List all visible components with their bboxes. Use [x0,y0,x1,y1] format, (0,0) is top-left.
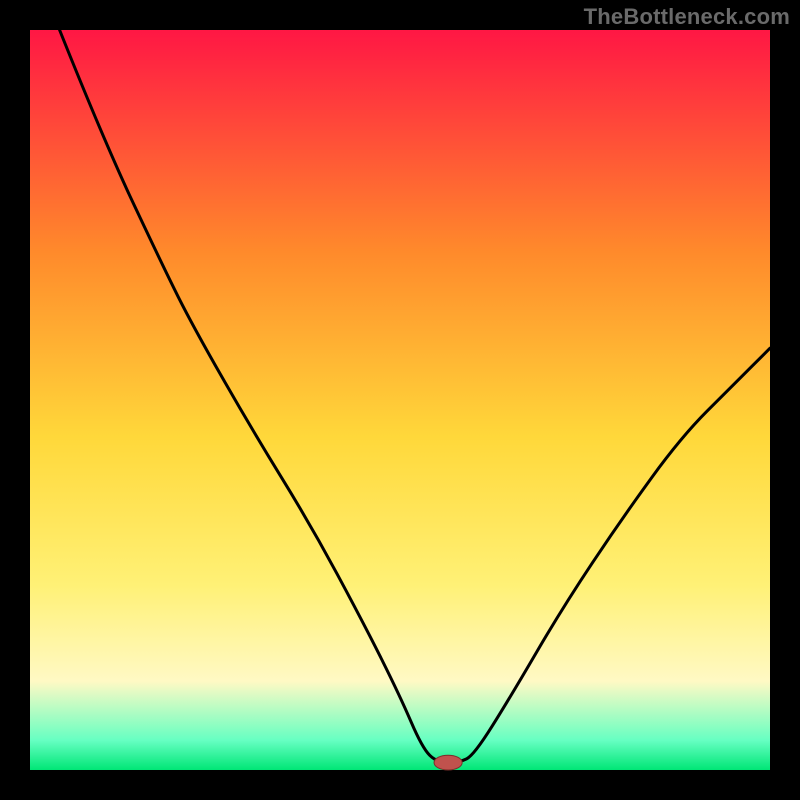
figure: TheBottleneck.com [0,0,800,800]
minimum-marker [434,755,462,770]
watermark-text: TheBottleneck.com [584,4,790,30]
bottleneck-plot [0,0,800,800]
plot-area-gradient [30,30,770,770]
